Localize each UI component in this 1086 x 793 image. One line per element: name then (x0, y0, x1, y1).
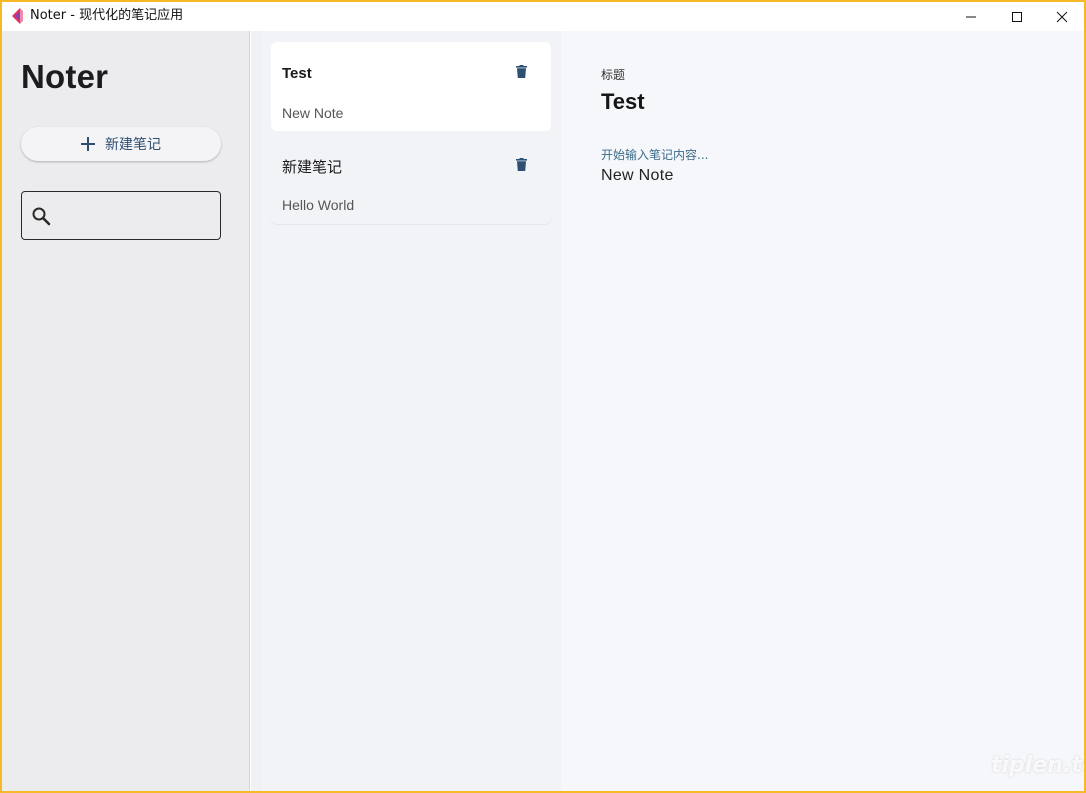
maximize-button[interactable] (994, 2, 1040, 31)
search-icon (32, 207, 51, 226)
note-editor: 标题 开始输入笔记内容... New Note tiplen.top (561, 31, 1084, 791)
note-title: 新建笔记 (282, 158, 343, 176)
note-list-item[interactable]: Test New Note (271, 42, 551, 131)
window-title: Noter - 现代化的笔记应用 (30, 8, 184, 23)
plus-icon (81, 137, 95, 151)
watermark: tiplen.top (991, 753, 1084, 778)
app-window: Noter - 现代化的笔记应用 Noter 新建笔记 Test New Not… (2, 2, 1084, 791)
minimize-button[interactable] (948, 2, 994, 31)
delete-note-button[interactable] (513, 156, 529, 172)
content-field-label: 开始输入笔记内容... (601, 148, 709, 162)
search-input[interactable] (60, 200, 210, 232)
new-note-button[interactable]: 新建笔记 (21, 127, 221, 161)
minimize-icon (966, 16, 976, 17)
trash-icon (515, 64, 527, 78)
note-preview: New Note (282, 105, 344, 121)
new-note-button-label: 新建笔记 (105, 137, 161, 153)
note-title: Test (282, 65, 312, 82)
sidebar: Noter 新建笔记 (2, 31, 250, 791)
title-input[interactable] (601, 87, 1041, 117)
note-list-panel: Test New Note 新建笔记 Hello World (262, 31, 561, 791)
search-box[interactable] (21, 191, 221, 240)
close-icon (1056, 11, 1068, 22)
app-brand-title: Noter (21, 58, 109, 95)
content-textarea[interactable]: New Note (601, 167, 674, 185)
note-preview: Hello World (282, 197, 355, 213)
title-bar: Noter - 现代化的笔记应用 (2, 2, 1084, 31)
maximize-icon (1012, 11, 1022, 22)
delete-note-button[interactable] (513, 63, 529, 79)
app-logo-icon (12, 8, 23, 24)
title-field-label: 标题 (601, 68, 626, 82)
note-list: Test New Note 新建笔记 Hello World (251, 31, 561, 791)
trash-icon (515, 157, 527, 171)
note-list-item[interactable]: 新建笔记 Hello World (271, 135, 551, 224)
close-button[interactable] (1039, 2, 1084, 31)
